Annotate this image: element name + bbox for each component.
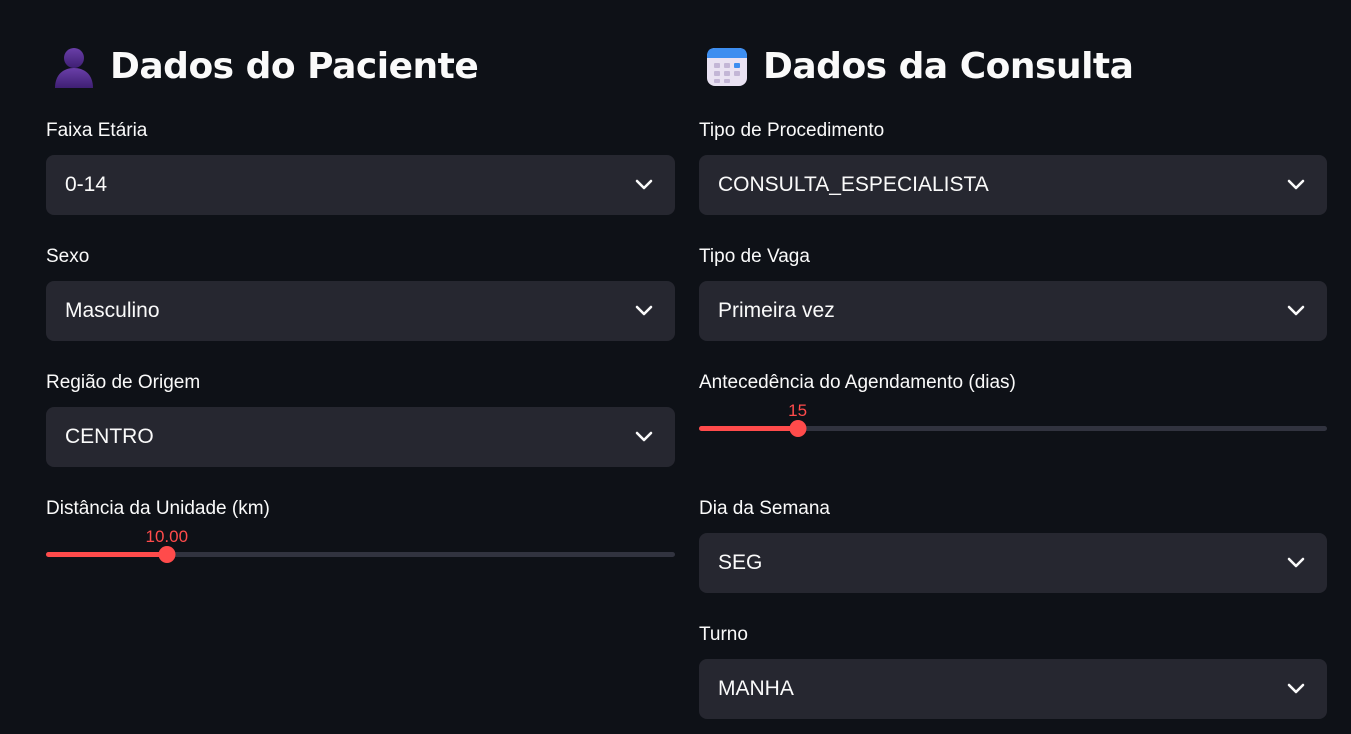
- region-select[interactable]: CENTRO: [46, 407, 675, 467]
- procedure-type-value: CONSULTA_ESPECIALISTA: [718, 173, 989, 196]
- sex-select[interactable]: Masculino: [46, 281, 675, 341]
- weekday-select[interactable]: SEG: [699, 533, 1327, 593]
- distance-slider-thumb[interactable]: [158, 546, 176, 563]
- slot-type-label: Tipo de Vaga: [699, 246, 810, 267]
- lead-time-slider-fill: [699, 426, 798, 431]
- distance-slider-track[interactable]: [46, 552, 675, 557]
- age-group-label: Faixa Etária: [46, 120, 148, 141]
- patient-title-text: Dados do Paciente: [110, 45, 479, 87]
- sex-value: Masculino: [65, 299, 160, 322]
- app-root: Dados do Paciente Faixa Etária 0-14 Sexo…: [0, 0, 1351, 734]
- region-value: CENTRO: [65, 425, 154, 448]
- chevron-down-icon: [634, 301, 654, 321]
- distance-slider-fill: [46, 552, 167, 557]
- slot-type-select[interactable]: Primeira vez: [699, 281, 1327, 341]
- lead-time-value: 15: [788, 401, 808, 420]
- age-group-value: 0-14: [65, 173, 108, 196]
- procedure-type-select[interactable]: CONSULTA_ESPECIALISTA: [699, 155, 1327, 215]
- bust-in-silhouette-icon: [52, 44, 96, 88]
- weekday-label: Dia da Semana: [699, 498, 830, 519]
- sex-label: Sexo: [46, 246, 90, 267]
- chevron-down-icon: [1286, 679, 1306, 699]
- patient-section-title: Dados do Paciente: [52, 40, 479, 92]
- consultation-title-text: Dados da Consulta: [763, 45, 1134, 87]
- chevron-down-icon: [634, 175, 654, 195]
- consultation-section-title: Dados da Consulta: [705, 40, 1134, 92]
- lead-time-label: Antecedência do Agendamento (dias): [699, 372, 1016, 393]
- chevron-down-icon: [1286, 553, 1306, 573]
- shift-label: Turno: [699, 624, 748, 645]
- shift-select[interactable]: MANHA: [699, 659, 1327, 719]
- calendar-icon: [705, 44, 749, 88]
- slot-type-value: Primeira vez: [718, 299, 835, 322]
- shift-value: MANHA: [718, 677, 794, 700]
- age-group-select[interactable]: 0-14: [46, 155, 675, 215]
- distance-label: Distância da Unidade (km): [46, 498, 270, 519]
- chevron-down-icon: [634, 427, 654, 447]
- region-label: Região de Origem: [46, 372, 201, 393]
- weekday-value: SEG: [718, 551, 763, 574]
- procedure-type-label: Tipo de Procedimento: [699, 120, 885, 141]
- distance-value: 10.00: [145, 527, 189, 546]
- chevron-down-icon: [1286, 175, 1306, 195]
- chevron-down-icon: [1286, 301, 1306, 321]
- lead-time-slider-thumb[interactable]: [789, 420, 807, 437]
